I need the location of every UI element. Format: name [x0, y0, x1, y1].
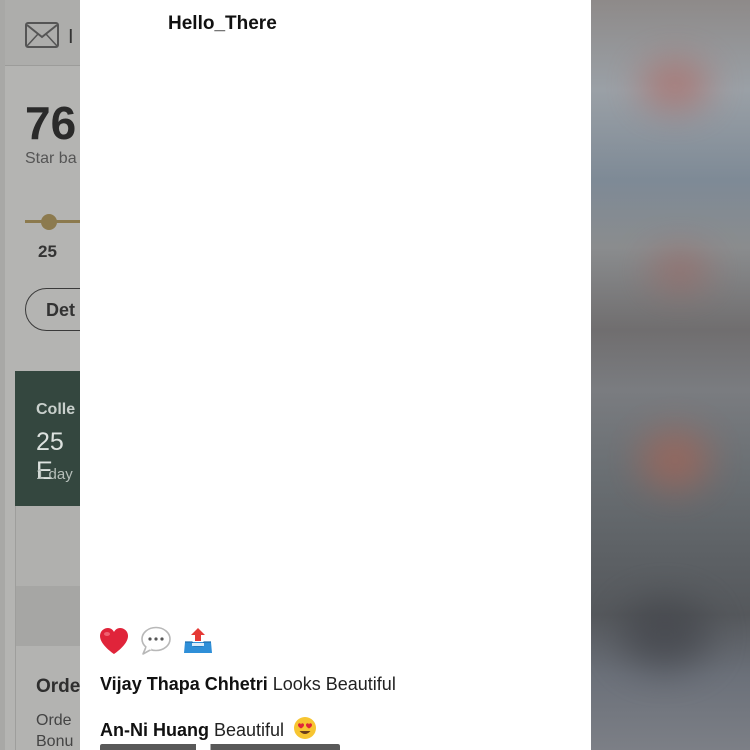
comment-button[interactable] [140, 625, 172, 657]
blurred-background-blob [620, 600, 710, 670]
blurred-background-blob [650, 250, 710, 290]
outbox-tray-icon [184, 628, 212, 653]
post-actions [98, 624, 214, 658]
heart-icon [100, 628, 128, 654]
background-header-label: I [68, 26, 74, 48]
rewards-card-subtitle: 1 day [36, 466, 73, 483]
details-button-label: Det [46, 300, 76, 320]
comment-text: Beautiful [214, 720, 285, 740]
blurred-background-blob [640, 60, 710, 110]
order-panel-title: Orde [36, 676, 80, 697]
next-comment-partial [100, 744, 340, 750]
like-button[interactable] [98, 625, 130, 657]
blurred-background-blob [640, 430, 710, 490]
order-panel-line: Orde [36, 712, 72, 729]
comment-author[interactable]: Vijay Thapa Chhetri [100, 674, 268, 694]
comment-item: Vijay Thapa Chhetri Looks Beautiful [100, 672, 580, 696]
progress-knob [41, 214, 57, 230]
mail-icon [25, 22, 59, 48]
comment-author[interactable]: An-Ni Huang [100, 720, 209, 740]
speech-bubble-icon [141, 626, 171, 655]
background-panel [15, 506, 80, 586]
comment-list: Vijay Thapa Chhetri Looks Beautiful An-N… [100, 672, 580, 740]
heart-eyes-emoji-icon [294, 717, 317, 739]
background-app: I 76 Star ba 25 Det Colle 25 E 1 day Ord… [0, 0, 80, 750]
order-panel-line: Bonu [36, 733, 74, 750]
share-button[interactable] [182, 625, 214, 657]
post-card: Hello_There Vijay Thapa Chhetri Looks Be… [80, 0, 591, 750]
background-panel [15, 586, 80, 646]
post-image[interactable] [80, 52, 591, 612]
rewards-card-title: Colle [36, 401, 76, 418]
comment-text: Looks Beautiful [272, 674, 396, 694]
star-balance-label: Star ba [25, 150, 77, 167]
comment-item: An-Ni Huang Beautiful [100, 716, 580, 740]
star-balance-value: 76 [25, 97, 77, 149]
progress-tick-label: 25 [38, 242, 57, 261]
post-username[interactable]: Hello_There [168, 13, 277, 35]
